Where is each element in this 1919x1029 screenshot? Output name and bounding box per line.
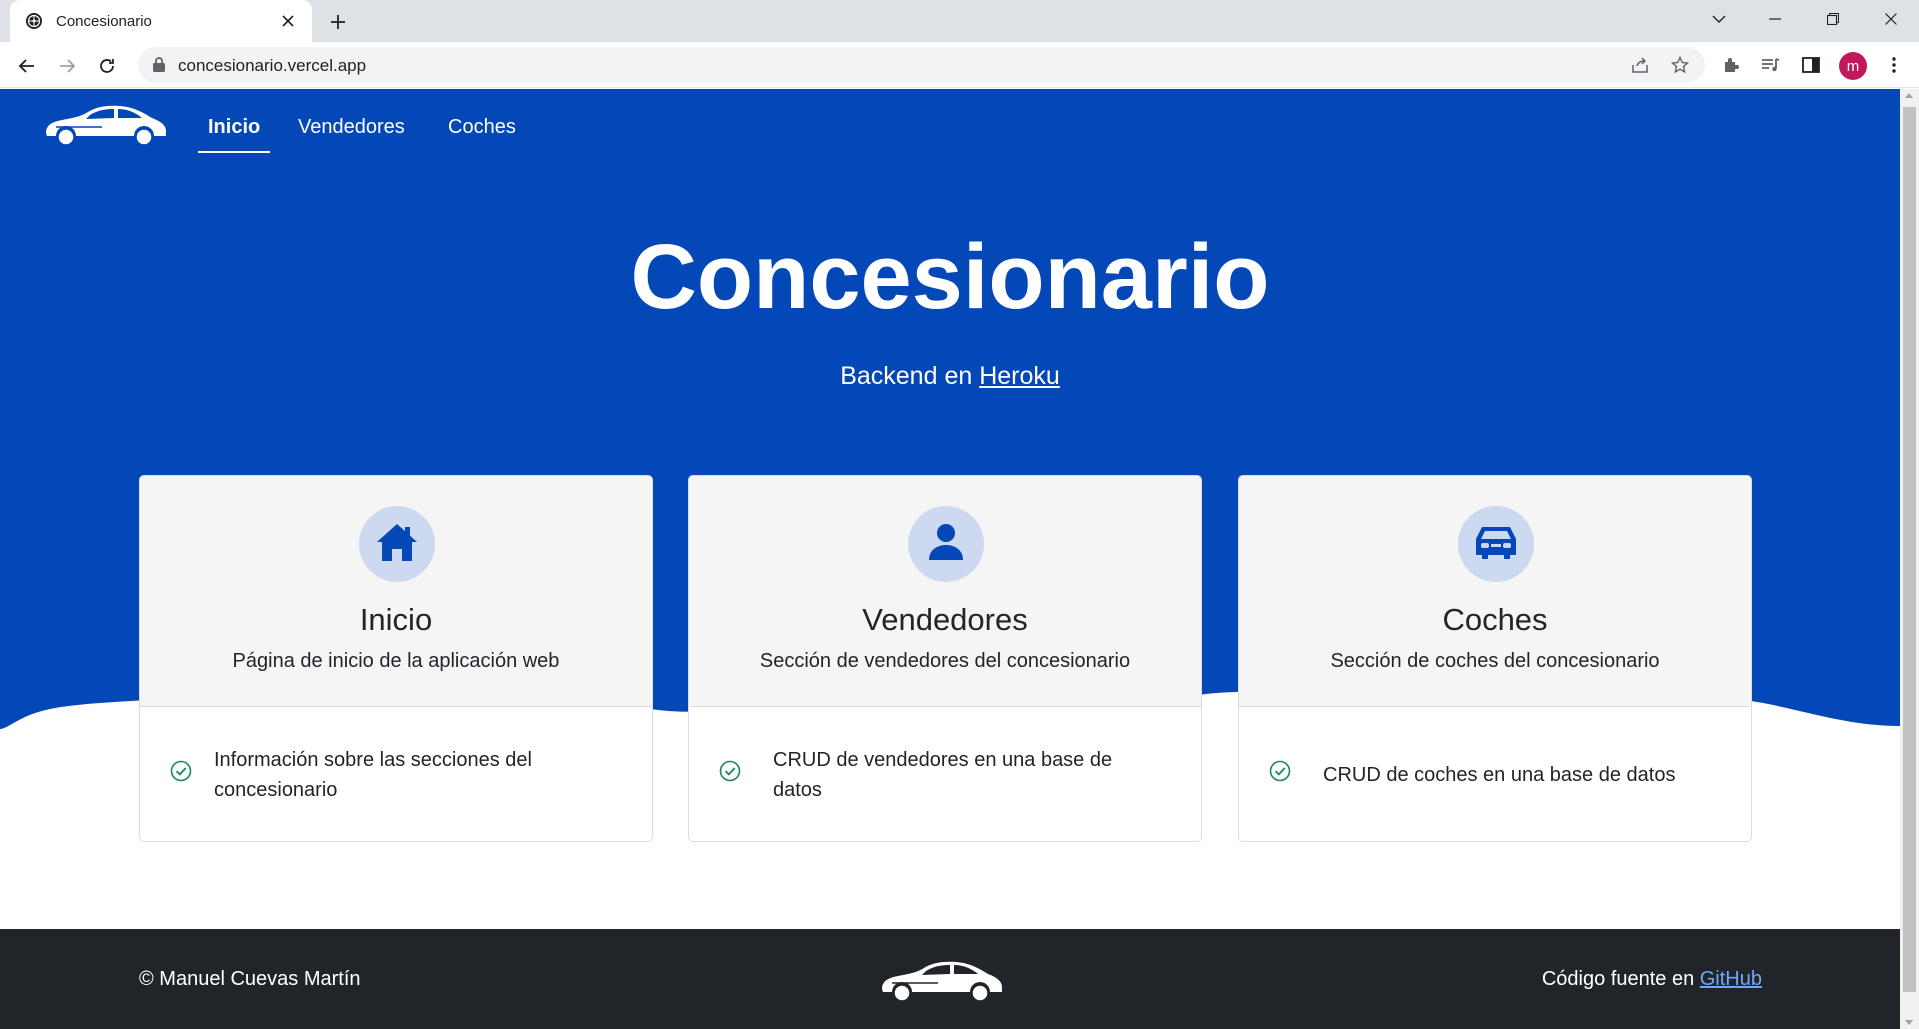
card-inicio: Inicio Página de inicio de la aplicación…: [139, 475, 653, 842]
more-menu-icon[interactable]: [1880, 51, 1908, 79]
minimize-icon[interactable]: [1752, 0, 1798, 38]
card-icon-circle: [359, 506, 435, 582]
card-description: Sección de coches del concesionario: [1330, 650, 1660, 672]
nav-link-coches[interactable]: Coches: [448, 116, 516, 139]
card-icon-circle: [1458, 506, 1534, 582]
footer-car-logo-icon: [878, 959, 1004, 1010]
hero-subtitle: Backend en Heroku: [0, 362, 1900, 391]
back-icon[interactable]: [11, 50, 43, 82]
page-viewport: Inicio Vendedores Coches Concesionario B…: [0, 89, 1900, 1029]
card-vendedores: Vendedores Sección de vendedores del con…: [688, 475, 1202, 842]
footer-source: Código fuente en GitHub: [1542, 968, 1762, 991]
user-icon: [927, 522, 965, 567]
page-scrollbar[interactable]: [1900, 89, 1919, 1029]
check-circle-icon: [170, 760, 192, 782]
card-header: Inicio Página de inicio de la aplicación…: [140, 476, 652, 707]
share-icon[interactable]: [1628, 53, 1652, 77]
site-footer: © Manuel Cuevas Martín Código fuente en …: [0, 929, 1900, 1029]
tab-search-icon[interactable]: [1696, 0, 1742, 38]
source-label: Código fuente en: [1541, 968, 1695, 990]
lock-icon[interactable]: [152, 56, 166, 77]
site-navbar: Inicio Vendedores Coches: [0, 89, 1900, 155]
tab-favicon-icon: [24, 11, 44, 31]
backend-label: Backend en: [840, 362, 973, 390]
forward-icon[interactable]: [51, 50, 83, 82]
car-logo-icon[interactable]: [42, 103, 168, 154]
new-tab-button[interactable]: [322, 6, 354, 38]
profile-avatar[interactable]: m: [1839, 52, 1867, 80]
card-feature-item: CRUD de vendedores en una base de datos: [773, 749, 1113, 801]
card-icon-circle: [908, 506, 984, 582]
card-feature-item: Información sobre las secciones del conc…: [214, 749, 532, 801]
card-header: Coches Sección de coches del concesionar…: [1239, 476, 1751, 707]
nav-link-vendedores[interactable]: Vendedores: [298, 116, 405, 139]
check-circle-icon: [719, 760, 741, 782]
scroll-up-icon[interactable]: [1905, 93, 1913, 98]
browser-toolbar: concesionario.vercel.app m: [0, 42, 1919, 88]
card-description: Página de inicio de la aplicación web: [232, 650, 560, 672]
card-header: Vendedores Sección de vendedores del con…: [689, 476, 1201, 707]
card-body: CRUD de coches en una base de datos: [1239, 707, 1751, 841]
card-body: CRUD de vendedores en una base de datos: [689, 707, 1201, 841]
card-description: Sección de vendedores del concesionario: [759, 650, 1131, 672]
card-body: Información sobre las secciones del conc…: [140, 707, 652, 841]
card-feature-item: CRUD de coches en una base de datos: [1323, 764, 1676, 786]
extensions-icon[interactable]: [1717, 51, 1745, 79]
url-text[interactable]: concesionario.vercel.app: [178, 56, 366, 76]
scrollbar-thumb[interactable]: [1903, 107, 1916, 992]
media-control-icon[interactable]: [1757, 51, 1785, 79]
tab-title: Concesionario: [56, 12, 152, 30]
footer-copyright: © Manuel Cuevas Martín: [139, 968, 361, 990]
heroku-link[interactable]: Heroku: [979, 362, 1060, 390]
reload-icon[interactable]: [91, 50, 123, 82]
card-title: Coches: [1442, 602, 1548, 637]
card-title: Inicio: [359, 602, 433, 637]
scroll-down-icon[interactable]: [1905, 1020, 1913, 1025]
browser-tabstrip: Concesionario: [0, 0, 1919, 42]
card-title: Vendedores: [862, 602, 1028, 637]
check-circle-icon: [1269, 760, 1291, 782]
side-panel-icon[interactable]: [1797, 51, 1825, 79]
restore-icon[interactable]: [1810, 0, 1856, 38]
address-bar[interactable]: concesionario.vercel.app: [138, 47, 1705, 83]
github-link[interactable]: GitHub: [1700, 968, 1762, 990]
home-icon: [375, 522, 419, 567]
browser-tab[interactable]: Concesionario: [10, 0, 312, 42]
car-icon: [1472, 523, 1520, 566]
nav-link-inicio[interactable]: Inicio: [197, 116, 271, 153]
close-window-icon[interactable]: [1868, 0, 1914, 38]
card-coches: Coches Sección de coches del concesionar…: [1238, 475, 1752, 842]
page-title: Concesionario: [630, 226, 1270, 328]
bookmark-star-icon[interactable]: [1668, 53, 1692, 77]
tab-close-icon[interactable]: [278, 11, 298, 31]
